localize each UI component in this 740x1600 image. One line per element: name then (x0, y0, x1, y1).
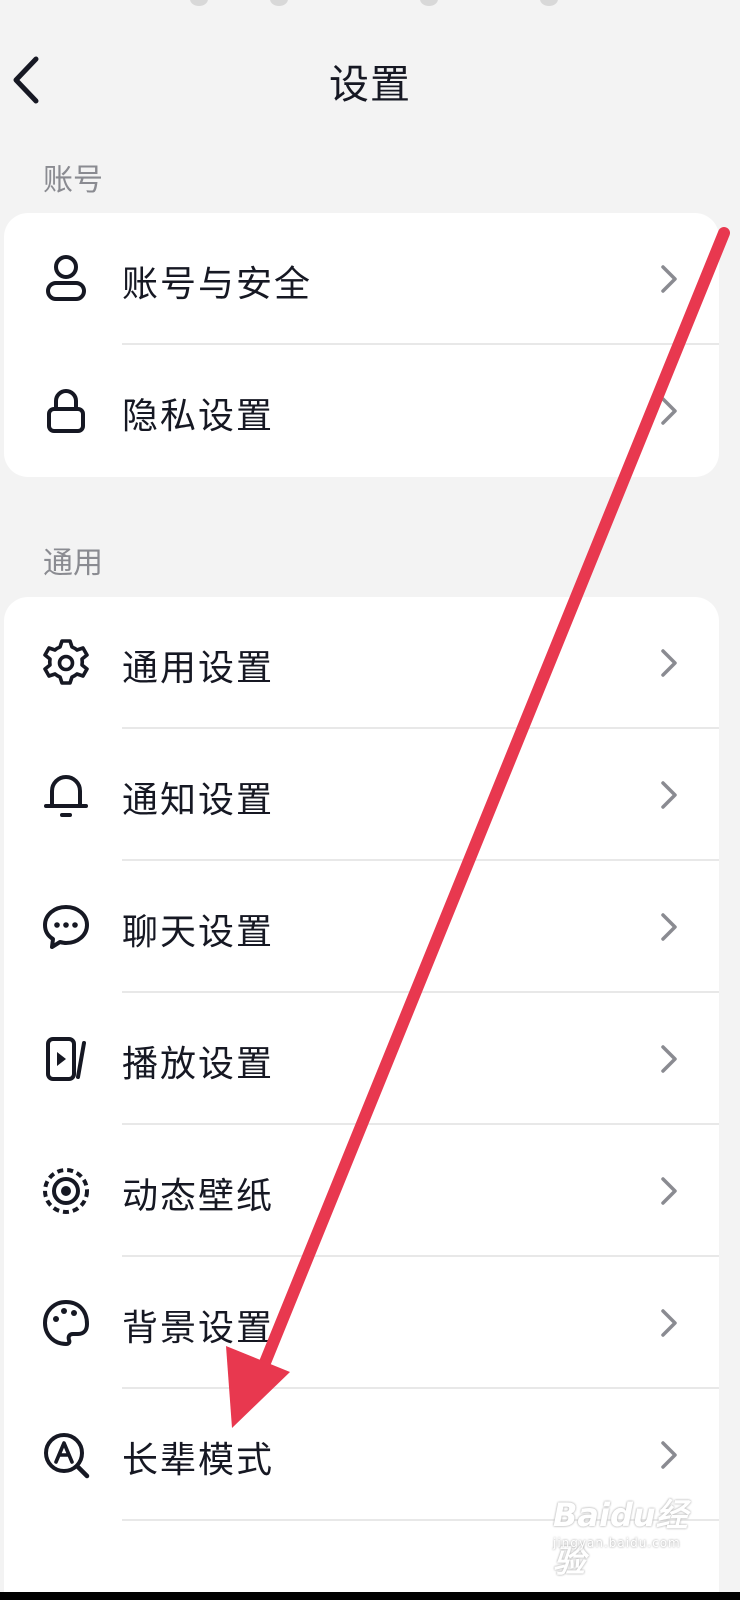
settings-row-privacy[interactable]: 隐私设置 (4, 345, 719, 477)
settings-row-general[interactable]: 通用设置 (4, 597, 719, 729)
row-label: 长辈模式 (122, 1440, 275, 1481)
settings-row-notifications[interactable]: 通知设置 (4, 729, 719, 861)
row-divider (122, 1519, 719, 1521)
header: 设置 (0, 30, 740, 130)
navigation-bar (0, 1592, 740, 1600)
settings-row-dynamic-wallpaper[interactable]: 动态壁纸 (4, 1125, 719, 1257)
status-icon (420, 0, 438, 6)
section-label-account: 账号 (43, 163, 103, 198)
settings-row-account-security[interactable]: 账号与安全 (4, 213, 719, 345)
chevron-right-icon (661, 1441, 677, 1469)
lock-icon (47, 389, 85, 433)
back-button[interactable] (0, 45, 60, 115)
user-icon (46, 255, 86, 301)
chevron-right-icon (661, 397, 677, 425)
page-title: 设置 (329, 62, 411, 108)
chevron-right-icon (661, 649, 677, 677)
row-label: 通用设置 (122, 648, 275, 689)
elder-mode-icon (44, 1433, 90, 1479)
palette-icon (43, 1300, 89, 1346)
chevron-right-icon (661, 1177, 677, 1205)
row-label: 通知设置 (122, 780, 275, 821)
settings-row-playback[interactable]: 播放设置 (4, 993, 719, 1125)
bell-icon (44, 775, 88, 817)
chevron-left-icon (13, 56, 39, 104)
chevron-right-icon (661, 781, 677, 809)
row-label: 播放设置 (122, 1044, 275, 1085)
row-label: 隐私设置 (122, 396, 275, 437)
settings-row-chat[interactable]: 聊天设置 (4, 861, 719, 993)
row-label: 背景设置 (122, 1308, 275, 1349)
chevron-right-icon (661, 265, 677, 293)
gear-icon (43, 639, 89, 685)
section-label-general: 通用 (43, 546, 103, 581)
chevron-right-icon (661, 913, 677, 941)
settings-row-elder-mode[interactable]: 长辈模式 (4, 1389, 719, 1521)
chevron-right-icon (661, 1045, 677, 1073)
status-icon (540, 0, 558, 6)
row-label: 动态壁纸 (122, 1176, 275, 1217)
account-card: 账号与安全 隐私设置 (4, 213, 719, 477)
chat-bubble-icon (43, 905, 89, 949)
status-bar (0, 0, 740, 12)
status-icon (270, 0, 288, 6)
dynamic-wallpaper-icon (43, 1168, 89, 1214)
row-label: 账号与安全 (122, 264, 313, 305)
status-icon (190, 0, 208, 6)
settings-row-background[interactable]: 背景设置 (4, 1257, 719, 1389)
chevron-right-icon (661, 1309, 677, 1337)
general-card: 通用设置 通知设置 聊天设置 播放设置 动态壁纸 背景设置 长辈模式 (4, 597, 719, 1600)
play-screen-icon (46, 1037, 86, 1081)
row-label: 聊天设置 (122, 912, 275, 953)
